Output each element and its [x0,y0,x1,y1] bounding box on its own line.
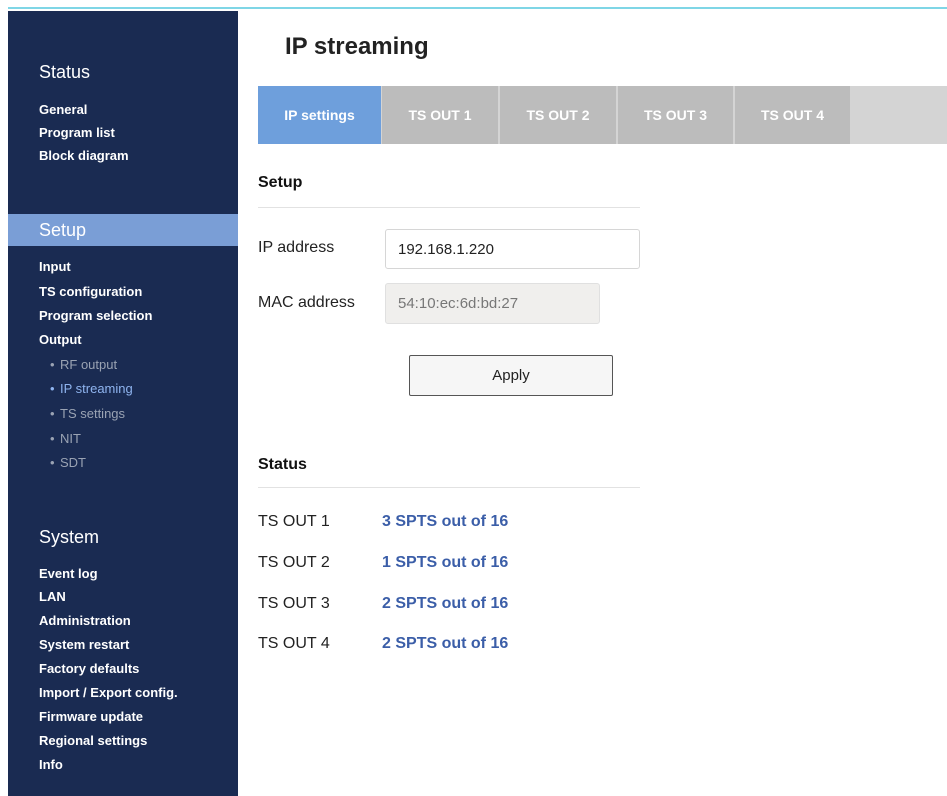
sidebar-item-firmware-update[interactable]: Firmware update [39,709,143,724]
status-row-label: TS OUT 4 [258,635,330,652]
status-row-label: TS OUT 1 [258,513,330,530]
sidebar-subitem-label: NIT [60,431,81,446]
sidebar-subitem-label: SDT [60,455,86,470]
mac-address-field [385,283,600,324]
bullet-icon: • [50,381,55,396]
sidebar-item-system-restart[interactable]: System restart [39,637,129,652]
sidebar-section-system: System [39,527,100,547]
status-divider [258,487,640,488]
sidebar-item-factory-defaults[interactable]: Factory defaults [39,661,139,676]
page-title: IP streaming [285,33,429,60]
sidebar-item-regional-settings[interactable]: Regional settings [39,733,147,748]
apply-button[interactable]: Apply [409,355,613,396]
bullet-icon: • [50,431,55,446]
sidebar-subitem-nit[interactable]: • NIT [50,431,81,446]
sidebar-item-block-diagram[interactable]: Block diagram [39,148,129,163]
sidebar-subitem-label: TS settings [60,406,126,421]
top-border [0,0,947,9]
tab-ip-settings[interactable]: IP settings [258,86,381,144]
status-row-value: 1 SPTS out of 16 [382,554,509,571]
status-row-label: TS OUT 2 [258,554,330,571]
sidebar-subitem-ts-settings[interactable]: • TS settings [50,406,125,421]
tab-ts-out-1[interactable]: TS OUT 1 [382,86,498,144]
sidebar-subitem-label: IP streaming [60,381,133,396]
sidebar-item-general[interactable]: General [39,102,87,117]
mac-address-label: MAC address [258,294,355,311]
left-edge [0,0,8,796]
tab-ts-out-3[interactable]: TS OUT 3 [618,86,733,144]
setup-heading: Setup [258,174,303,191]
sidebar-section-status: Status [39,62,91,82]
sidebar-item-administration[interactable]: Administration [39,613,131,628]
status-row-label: TS OUT 3 [258,595,330,612]
sidebar-section-setup: Setup [8,214,238,246]
sidebar-subitem-ip-streaming[interactable]: • IP streaming [50,381,133,396]
sidebar-item-program-selection[interactable]: Program selection [39,308,152,323]
sidebar-subitem-sdt[interactable]: • SDT [50,455,86,470]
bullet-icon: • [50,357,55,372]
ip-address-label: IP address [258,239,335,256]
sidebar-item-import-export-config[interactable]: Import / Export config. [39,685,178,700]
bullet-icon: • [50,455,55,470]
setup-divider [258,207,640,208]
tab-bar: IP settings TS OUT 1 TS OUT 2 TS OUT 3 T… [258,86,947,144]
status-heading: Status [258,456,307,473]
sidebar-subitem-label: RF output [60,357,118,372]
sidebar-item-ts-configuration[interactable]: TS configuration [39,284,142,299]
status-row-value: 2 SPTS out of 16 [382,595,509,612]
sidebar-item-output[interactable]: Output [39,332,82,347]
tab-ts-out-2[interactable]: TS OUT 2 [500,86,616,144]
sidebar-item-program-list[interactable]: Program list [39,125,115,140]
status-row-value: 2 SPTS out of 16 [382,635,509,652]
ip-address-input[interactable] [385,229,640,269]
sidebar-item-info[interactable]: Info [39,757,63,772]
bullet-icon: • [50,406,55,421]
sidebar-item-lan[interactable]: LAN [39,589,66,604]
sidebar: Status General Program list Block diagra… [8,11,238,796]
tab-ts-out-4[interactable]: TS OUT 4 [735,86,850,144]
status-row-value: 3 SPTS out of 16 [382,513,509,530]
sidebar-item-event-log[interactable]: Event log [39,566,98,581]
sidebar-subitem-rf-output[interactable]: • RF output [50,357,117,372]
sidebar-item-input[interactable]: Input [39,259,71,274]
